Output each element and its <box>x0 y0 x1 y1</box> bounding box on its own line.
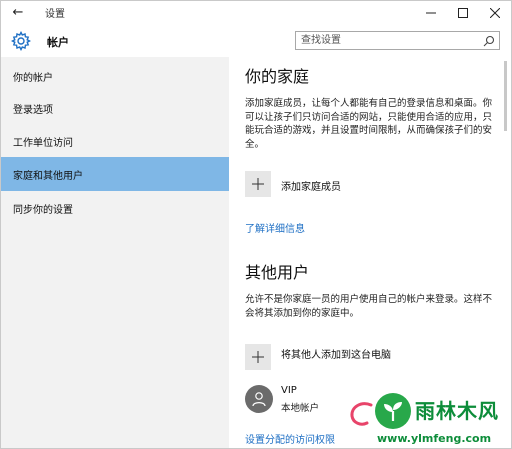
add-family-member-button[interactable]: 添加家庭成员 <box>245 171 495 197</box>
sidebar: 你的帐户 登录选项 工作单位访问 家庭和其他用户 同步你的设置 <box>1 57 229 448</box>
back-button[interactable]: ← <box>7 4 29 22</box>
title-bar: ← 设置 <box>1 1 511 25</box>
sidebar-item-family-other-users[interactable]: 家庭和其他用户 <box>1 157 229 191</box>
family-heading: 你的家庭 <box>245 67 310 86</box>
leaf-logo-icon <box>375 393 411 429</box>
assigned-access-link[interactable]: 设置分配的访问权限 <box>245 431 335 446</box>
maximize-icon <box>458 8 468 18</box>
close-button[interactable] <box>479 1 511 25</box>
watermark: 雨林木风 www.ylmfeng.com <box>347 389 511 447</box>
maximize-button[interactable] <box>447 1 479 25</box>
user-account-type: 本地帐户 <box>281 403 320 414</box>
add-family-member-label: 添加家庭成员 <box>281 182 341 193</box>
person-icon <box>252 392 266 407</box>
swirl-icon <box>350 402 373 426</box>
sidebar-item-sign-in-options[interactable]: 登录选项 <box>1 91 229 125</box>
gear-icon <box>11 31 31 51</box>
sidebar-item-label: 家庭和其他用户 <box>13 171 83 182</box>
plus-icon <box>252 178 264 190</box>
other-users-heading: 其他用户 <box>245 263 310 282</box>
avatar <box>245 385 273 413</box>
minimize-button[interactable] <box>415 1 447 25</box>
close-icon <box>490 8 500 18</box>
minimize-icon <box>426 12 436 14</box>
sidebar-item-label: 同步你的设置 <box>13 205 73 216</box>
search-box[interactable] <box>295 31 500 50</box>
sidebar-item-sync-settings[interactable]: 同步你的设置 <box>1 191 229 225</box>
watermark-url: www.ylmfeng.com <box>377 432 492 445</box>
sidebar-item-label: 你的帐户 <box>13 73 53 84</box>
other-users-description: 允许不是你家庭一员的用户使用自己的帐户来登录。这样不会将其添加到你的家庭中。 <box>245 294 493 319</box>
user-name: VIP <box>281 385 297 396</box>
search-icon[interactable] <box>483 35 495 47</box>
watermark-title: 雨林木风 <box>415 399 499 423</box>
learn-more-link[interactable]: 了解详细信息 <box>245 220 305 235</box>
scroll-thumb[interactable] <box>504 61 507 131</box>
add-other-user-button[interactable]: 将其他人添加到这台电脑 <box>245 344 495 370</box>
plus-icon-box <box>245 171 271 197</box>
plus-icon <box>252 351 264 363</box>
plus-icon-box <box>245 344 271 370</box>
sidebar-item-work-access[interactable]: 工作单位访问 <box>1 124 229 158</box>
sidebar-item-label: 登录选项 <box>13 105 53 116</box>
search-input[interactable] <box>301 34 471 47</box>
family-description: 添加家庭成员，让每个人都能有自己的登录信息和桌面。你可以让孩子们只访问合适的网站… <box>245 98 493 150</box>
window-controls <box>415 1 511 25</box>
page-title: 帐户 <box>47 36 69 49</box>
settings-window: ← 设置 帐户 你的帐户 登 <box>0 0 512 449</box>
add-other-user-label: 将其他人添加到这台电脑 <box>281 350 391 361</box>
sidebar-item-label: 工作单位访问 <box>13 138 73 149</box>
app-title: 设置 <box>45 9 65 20</box>
sidebar-item-your-account[interactable]: 你的帐户 <box>1 59 229 93</box>
